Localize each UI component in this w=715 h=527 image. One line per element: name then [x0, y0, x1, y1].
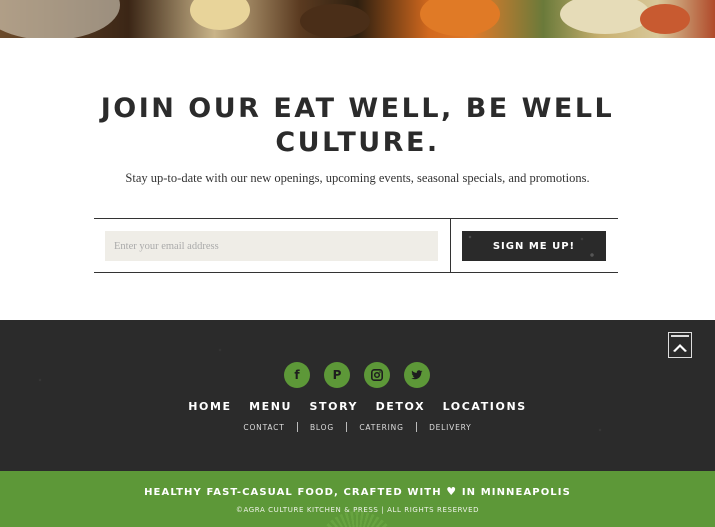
twitter-link[interactable]: [404, 362, 430, 388]
tagline-text-end: IN MINNEAPOLIS: [461, 487, 571, 498]
photo-detail: [420, 0, 500, 36]
hero-food-photo: [0, 0, 715, 38]
back-to-top-button[interactable]: [668, 332, 692, 358]
nav-separator: [415, 422, 417, 432]
email-field[interactable]: [105, 231, 438, 261]
nav-separator: [296, 422, 298, 432]
photo-detail: [0, 0, 120, 38]
chevron-up-icon: [673, 344, 687, 352]
nav-story[interactable]: STORY: [310, 400, 359, 413]
nav-home[interactable]: HOME: [188, 400, 231, 413]
facebook-icon: f: [294, 368, 300, 382]
footer-sub-nav: CONTACT BLOG CATERING DELIVERY: [0, 422, 715, 432]
nav-separator: [346, 422, 348, 432]
signup-heading: JOIN OUR EAT WELL, BE WELL CULTURE.: [0, 92, 715, 160]
footer-dark-band: [0, 320, 715, 471]
nav-catering[interactable]: CATERING: [359, 423, 403, 432]
signup-heading-line-1: JOIN OUR EAT WELL, BE WELL: [100, 93, 615, 124]
sign-me-up-button[interactable]: SIGN ME UP!: [462, 231, 606, 261]
pinterest-link[interactable]: P: [324, 362, 350, 388]
twitter-icon: [411, 370, 423, 380]
signup-form: SIGN ME UP!: [94, 218, 618, 273]
footer-main-nav: HOME MENU STORY DETOX LOCATIONS: [0, 400, 715, 413]
instagram-icon: [371, 369, 383, 381]
social-links: f P: [284, 362, 432, 388]
nav-blog[interactable]: BLOG: [310, 423, 334, 432]
pinterest-icon: P: [332, 368, 342, 382]
signup-subtitle: Stay up-to-date with our new openings, u…: [125, 171, 590, 185]
photo-detail: [300, 4, 370, 38]
nav-menu[interactable]: MENU: [249, 400, 292, 413]
facebook-link[interactable]: f: [284, 362, 310, 388]
nav-contact[interactable]: CONTACT: [243, 423, 284, 432]
footer-green-band: [0, 471, 715, 527]
nav-locations[interactable]: LOCATIONS: [443, 400, 527, 413]
signup-heading-line-2: CULTURE.: [275, 127, 440, 158]
nav-delivery[interactable]: DELIVERY: [429, 423, 472, 432]
footer-tagline: HEALTHY FAST-CASUAL FOOD, CRAFTED WITH ♥…: [0, 485, 715, 498]
heart-icon: ♥: [446, 485, 458, 498]
photo-detail: [560, 0, 650, 34]
instagram-link[interactable]: [364, 362, 390, 388]
photo-detail: [640, 4, 690, 34]
tagline-text-start: HEALTHY FAST-CASUAL FOOD, CRAFTED WITH: [144, 487, 442, 498]
form-divider: [450, 219, 451, 272]
photo-detail: [190, 0, 250, 30]
copyright-text: ©AGRA CULTURE KITCHEN & PRESS | ALL RIGH…: [235, 506, 480, 514]
nav-detox[interactable]: DETOX: [376, 400, 426, 413]
